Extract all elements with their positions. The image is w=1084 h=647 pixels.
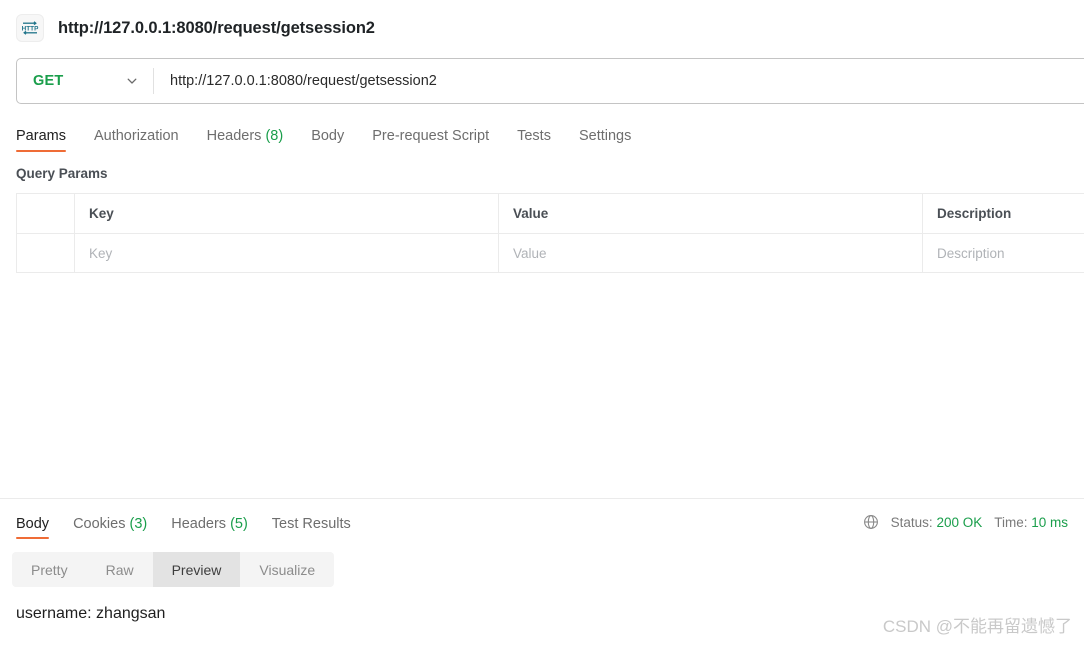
svg-text:HTTP: HTTP bbox=[22, 26, 39, 33]
tab-pre-request-script-label: Pre-request Script bbox=[372, 127, 490, 144]
http-method-label: GET bbox=[33, 73, 64, 89]
tab-tests[interactable]: Tests bbox=[517, 127, 551, 153]
column-header-value: Value bbox=[499, 194, 923, 233]
view-mode-raw[interactable]: Raw bbox=[87, 552, 153, 587]
response-meta: Status: 200 OK Time: 10 ms bbox=[863, 514, 1068, 539]
response-body-content: username: zhangsan bbox=[16, 605, 166, 622]
param-key-input[interactable]: Key bbox=[75, 234, 499, 272]
request-tabs: Params Authorization Headers (8) Body Pr… bbox=[0, 118, 1084, 152]
time-value: 10 ms bbox=[1031, 514, 1068, 530]
column-header-description: Description bbox=[937, 206, 1012, 221]
chevron-down-icon bbox=[125, 74, 139, 88]
tab-body-label: Body bbox=[311, 127, 345, 144]
status-badge: Status: 200 OK bbox=[891, 515, 983, 530]
watermark: CSDN @不能再留遗憾了 bbox=[882, 617, 1072, 636]
tab-params-label: Params bbox=[16, 127, 66, 144]
param-description-input[interactable]: Description bbox=[923, 234, 1084, 272]
tab-params[interactable]: Params bbox=[16, 127, 66, 153]
url-bar: GET bbox=[16, 58, 1084, 104]
response-tab-headers-label: Headers bbox=[171, 515, 227, 532]
http-protocol-icon: HTTP bbox=[16, 14, 44, 42]
param-value-input[interactable]: Value bbox=[499, 234, 923, 272]
status-label: Status: bbox=[890, 514, 933, 530]
tab-authorization[interactable]: Authorization bbox=[93, 127, 179, 153]
tab-pre-request-script[interactable]: Pre-request Script bbox=[372, 127, 490, 153]
tab-headers-count: (8) bbox=[265, 127, 284, 144]
globe-icon bbox=[863, 514, 879, 530]
response-tab-body[interactable]: Body bbox=[16, 515, 50, 540]
tab-headers-label: Headers bbox=[206, 127, 262, 144]
response-header: Body Cookies (3) Headers (5) Test Result… bbox=[0, 499, 1084, 539]
response-tab-headers-count: (5) bbox=[230, 515, 248, 532]
query-params-title: Query Params bbox=[16, 166, 108, 181]
response-tab-cookies-count: (3) bbox=[129, 515, 148, 532]
row-checkbox-cell[interactable] bbox=[17, 234, 75, 272]
response-tab-cookies[interactable]: Cookies (3) bbox=[73, 515, 148, 540]
view-mode-pretty[interactable]: Pretty bbox=[12, 552, 87, 587]
table-row[interactable]: Key Value Description bbox=[17, 233, 1084, 272]
response-tab-body-label: Body bbox=[16, 515, 50, 532]
response-tab-headers[interactable]: Headers (5) bbox=[171, 515, 248, 540]
tab-settings-label: Settings bbox=[578, 127, 632, 144]
response-tab-cookies-label: Cookies bbox=[73, 515, 126, 532]
response-tabs: Body Cookies (3) Headers (5) Test Result… bbox=[16, 499, 351, 539]
http-method-select[interactable]: GET bbox=[17, 59, 153, 103]
time-label: Time: bbox=[994, 514, 1028, 530]
tab-headers[interactable]: Headers (8) bbox=[206, 127, 284, 153]
url-input[interactable] bbox=[154, 59, 1084, 103]
page-title: http://127.0.0.1:8080/request/getsession… bbox=[58, 18, 375, 37]
view-mode-visualize[interactable]: Visualize bbox=[240, 552, 334, 587]
tab-tests-label: Tests bbox=[517, 127, 551, 144]
column-header-checkbox bbox=[17, 194, 75, 233]
tab-settings[interactable]: Settings bbox=[578, 127, 632, 153]
tab-body[interactable]: Body bbox=[311, 127, 345, 153]
table-header-row: Key Value Description bbox=[17, 194, 1084, 233]
query-params-table: Key Value Description Key Value Descript… bbox=[16, 193, 1084, 273]
response-tab-test-results[interactable]: Test Results bbox=[271, 515, 351, 540]
url-bar-container: GET bbox=[0, 46, 1084, 104]
response-view-switcher: Pretty Raw Preview Visualize bbox=[12, 552, 335, 587]
status-value: 200 OK bbox=[936, 514, 983, 530]
view-mode-preview[interactable]: Preview bbox=[152, 552, 241, 587]
column-header-key: Key bbox=[75, 194, 499, 233]
response-tab-test-results-label: Test Results bbox=[271, 515, 351, 532]
time-badge: Time: 10 ms bbox=[994, 515, 1068, 530]
request-header: HTTP http://127.0.0.1:8080/request/getse… bbox=[0, 0, 1084, 46]
tab-authorization-label: Authorization bbox=[93, 127, 179, 144]
